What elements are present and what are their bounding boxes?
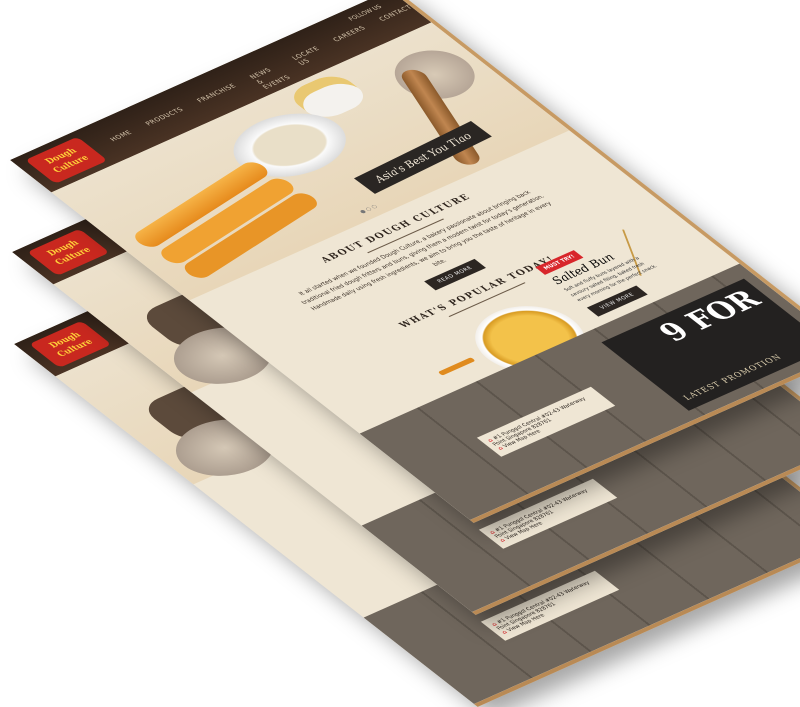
nav-locate-us[interactable]: LOCATE US bbox=[290, 45, 334, 71]
youtiao-image bbox=[129, 158, 273, 251]
address: #1 Punggol Central #02-43 Waterway Point… bbox=[491, 396, 588, 448]
footer-info: ⌂#1 Punggol Central #02-43 Waterway Poin… bbox=[476, 386, 616, 457]
slider-dots[interactable]: ● ○ ○ bbox=[358, 204, 379, 215]
nav-home[interactable]: HOME bbox=[108, 129, 147, 153]
sauce-spoon-image bbox=[437, 357, 476, 376]
